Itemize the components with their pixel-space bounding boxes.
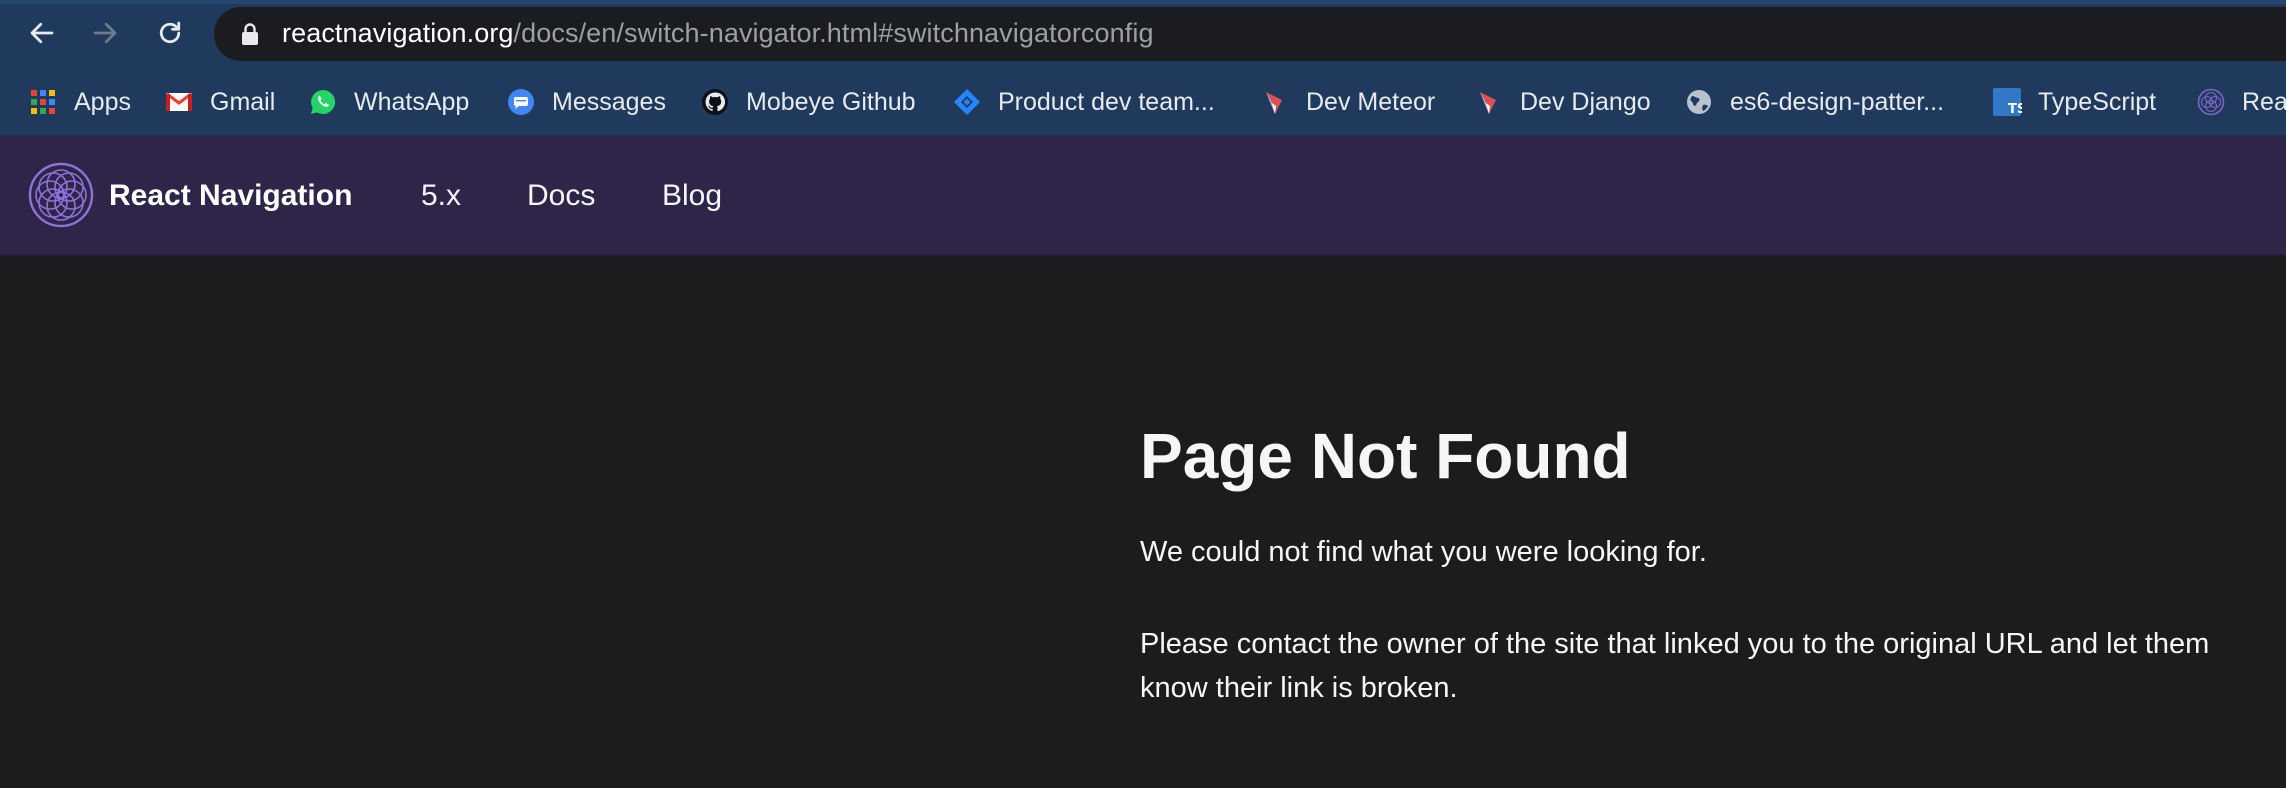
apps-grid-icon xyxy=(28,87,58,117)
bookmark-product-dev-team[interactable]: Product dev team... xyxy=(952,78,1215,126)
instructions-paragraph: Please contact the owner of the site tha… xyxy=(1140,628,2210,704)
reload-icon xyxy=(159,21,181,44)
bookmark-label: Gmail xyxy=(210,87,276,116)
url-text[interactable]: reactnavigation.org/docs/en/switch-navig… xyxy=(282,15,1154,51)
bookmark-label: Dev Meteor xyxy=(1306,87,1436,116)
bookmark-label: Messages xyxy=(552,87,666,116)
site-navbar: React Navigation 5.x Docs Blog xyxy=(0,135,2286,256)
bookmark-es6-design-patterns[interactable]: es6-design-patter... xyxy=(1684,78,1944,126)
bookmark-react-navigation[interactable]: Rea xyxy=(2196,78,2286,126)
bookmark-label: Product dev team... xyxy=(998,87,1215,116)
nav-version[interactable]: 5.x xyxy=(421,178,461,214)
bookmark-label: TypeScript xyxy=(2038,87,2157,116)
svg-text:TS: TS xyxy=(2008,102,2022,117)
url-host: reactnavigation.org xyxy=(282,18,514,48)
bookmark-label: Apps xyxy=(74,87,131,116)
bookmark-label: Rea xyxy=(2242,87,2286,116)
meteor-icon xyxy=(1260,87,1290,117)
forward-button[interactable] xyxy=(85,13,125,53)
bookmark-typescript[interactable]: TS TypeScript xyxy=(1992,78,2156,126)
bookmarks-bar: Apps Gmail WhatsApp Messages Mobeye Gith… xyxy=(0,78,2286,126)
bookmark-label: WhatsApp xyxy=(354,87,470,116)
bookmark-dev-django[interactable]: Dev Django xyxy=(1474,78,1651,126)
window-top-edge xyxy=(0,0,2286,4)
bookmark-messages[interactable]: Messages xyxy=(506,78,666,126)
jira-icon xyxy=(952,87,982,117)
nav-docs[interactable]: Docs xyxy=(527,178,595,214)
messages-icon xyxy=(506,87,536,117)
bookmark-dev-meteor[interactable]: Dev Meteor xyxy=(1260,78,1435,126)
message-paragraph: We could not find what you were looking … xyxy=(1140,536,1707,568)
browser-chrome: reactnavigation.org/docs/en/switch-navig… xyxy=(0,0,2286,135)
back-button[interactable] xyxy=(22,13,62,53)
bookmark-label: Mobeye Github xyxy=(746,87,916,116)
whatsapp-icon xyxy=(308,87,338,117)
bookmark-apps[interactable]: Apps xyxy=(28,78,131,126)
reload-button[interactable] xyxy=(150,13,190,53)
bookmark-label: Dev Django xyxy=(1520,87,1651,116)
page-title: Page Not Found xyxy=(1140,420,1631,492)
bookmark-gmail[interactable]: Gmail xyxy=(164,78,275,126)
react-navigation-icon xyxy=(2196,87,2226,117)
site-brand[interactable]: React Navigation xyxy=(109,178,352,214)
django-icon xyxy=(1474,87,1504,117)
bookmark-mobeye-github[interactable]: Mobeye Github xyxy=(700,78,916,126)
bookmark-label: es6-design-patter... xyxy=(1730,87,1945,116)
gmail-icon xyxy=(164,87,194,117)
globe-icon xyxy=(1684,87,1714,117)
bookmark-whatsapp[interactable]: WhatsApp xyxy=(308,78,469,126)
react-navigation-logo-icon[interactable] xyxy=(28,162,94,228)
arrow-right-icon xyxy=(93,22,117,44)
nav-blog[interactable]: Blog xyxy=(662,178,722,214)
lock-icon xyxy=(242,23,258,45)
arrow-left-icon xyxy=(30,22,54,44)
github-icon xyxy=(700,87,730,117)
url-path: /docs/en/switch-navigator.html#switchnav… xyxy=(513,18,1154,48)
typescript-icon: TS xyxy=(1992,87,2022,117)
